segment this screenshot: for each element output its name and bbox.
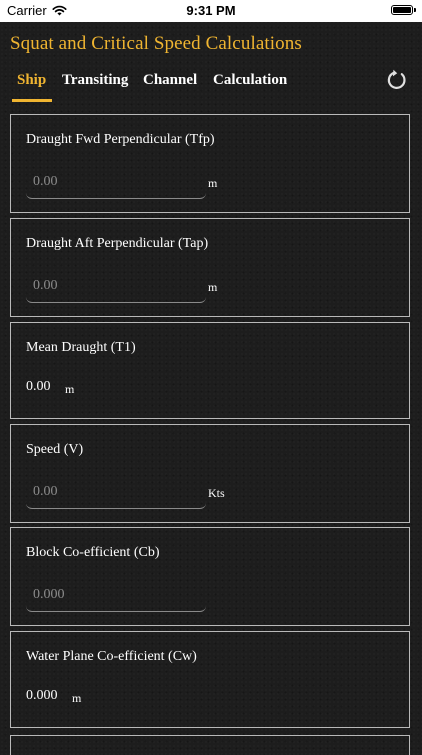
field-card-tap: Draught Aft Perpendicular (Tap) m [10,218,410,317]
tfp-unit: m [208,176,218,190]
status-time: 9:31 PM [186,3,236,18]
water-plane-coefficient-unit: m [72,691,82,705]
mean-draught-value: 0.00 [26,379,51,394]
block-coefficient-input[interactable] [26,578,206,612]
refresh-icon [387,69,406,89]
tfp-input[interactable] [26,165,206,199]
speed-label: Speed (V) [26,442,84,457]
tab-ship[interactable]: Ship [17,72,46,89]
tab-channel[interactable]: Channel [143,72,197,89]
tap-label: Draught Aft Perpendicular (Tap) [26,236,209,251]
water-plane-coefficient-value: 0.000 [26,688,58,703]
battery-icon [391,5,416,15]
status-bar: Carrier 9:31 PM [0,0,422,22]
mean-draught-label: Mean Draught (T1) [26,340,136,355]
active-tab-indicator [12,99,52,102]
field-card-tfp: Draught Fwd Perpendicular (Tfp) m [10,114,410,213]
field-card-speed: Speed (V) Kts [10,424,410,523]
refresh-button[interactable] [386,69,408,91]
field-card-mean-draught: Mean Draught (T1) 0.00 m [10,322,410,419]
speed-input[interactable] [26,475,206,509]
tab-calculation[interactable]: Calculation [213,72,287,89]
field-card-next [10,735,410,755]
page-title: Squat and Critical Speed Calculations [10,33,302,54]
water-plane-coefficient-label: Water Plane Co-efficient (Cw) [26,649,197,664]
battery-fill [393,7,411,13]
mean-draught-unit: m [65,382,75,396]
block-coefficient-label: Block Co-efficient (Cb) [26,545,160,560]
field-card-block-coefficient: Block Co-efficient (Cb) [10,527,410,626]
tab-transiting[interactable]: Transiting [62,72,128,89]
tap-input[interactable] [26,269,206,303]
tab-bar: Ship Transiting Channel Calculation [0,72,422,104]
tap-unit: m [208,280,218,294]
speed-unit: Kts [208,486,225,500]
field-card-water-plane-coefficient: Water Plane Co-efficient (Cw) 0.000 m [10,631,410,728]
tfp-label: Draught Fwd Perpendicular (Tfp) [26,132,215,147]
